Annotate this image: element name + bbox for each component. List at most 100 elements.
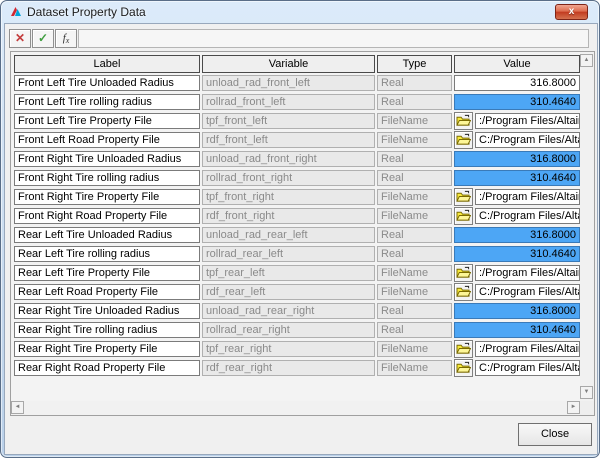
label-field[interactable]: Front Right Tire Property File [14, 189, 200, 205]
value-field[interactable]: 310.4640 [454, 322, 580, 338]
label-field[interactable]: Rear Right Tire Property File [14, 341, 200, 357]
table-row: Rear Left Road Property File rdf_rear_le… [11, 283, 594, 302]
label-field[interactable]: Front Right Tire Unloaded Radius [14, 151, 200, 167]
label-field[interactable]: Front Right Tire rolling radius [14, 170, 200, 186]
type-field: FileName [377, 113, 452, 129]
table-row: Front Left Tire rolling radius rollrad_f… [11, 93, 594, 112]
type-field: Real [377, 322, 452, 338]
type-field: FileName [377, 132, 452, 148]
label-field[interactable]: Front Left Tire Unloaded Radius [14, 75, 200, 91]
value-field[interactable]: 316.8000 [454, 227, 580, 243]
table-row: Front Right Tire Property File tpf_front… [11, 188, 594, 207]
browse-file-button[interactable] [454, 340, 473, 358]
folder-open-icon [456, 114, 471, 127]
label-field[interactable]: Front Left Tire rolling radius [14, 94, 200, 110]
expression-input[interactable] [78, 29, 589, 48]
variable-field: rollrad_rear_right [202, 322, 375, 338]
variable-field: rollrad_rear_left [202, 246, 375, 262]
folder-open-icon [456, 133, 471, 146]
dialog-client-area: ✕ ✓ fx Label Variable Type Value Front L… [4, 23, 598, 455]
folder-open-icon [456, 342, 471, 355]
table-row: Rear Right Road Property File rdf_rear_r… [11, 359, 594, 378]
type-field: Real [377, 246, 452, 262]
browse-file-button[interactable] [454, 112, 473, 130]
header-type: Type [377, 55, 452, 73]
table-row: Front Left Road Property File rdf_front_… [11, 131, 594, 150]
variable-field: unload_rad_rear_left [202, 227, 375, 243]
folder-open-icon [456, 209, 471, 222]
accept-expression-button[interactable]: ✓ [32, 29, 54, 48]
label-field[interactable]: Front Right Road Property File [14, 208, 200, 224]
value-field[interactable]: 316.8000 [454, 151, 580, 167]
scroll-up-icon[interactable]: ▲ [580, 54, 593, 67]
label-field[interactable]: Rear Left Road Property File [14, 284, 200, 300]
dataset-property-dialog: Dataset Property Data x ✕ ✓ fx Label Var… [0, 0, 600, 458]
variable-field: tpf_front_left [202, 113, 375, 129]
scroll-left-icon[interactable]: ◄ [11, 401, 24, 414]
label-field[interactable]: Rear Right Road Property File [14, 360, 200, 376]
table-row: Front Left Tire Unloaded Radius unload_r… [11, 74, 594, 93]
file-path-field[interactable]: :/Program Files/Altair/1 [475, 341, 580, 357]
value-field[interactable]: 310.4640 [454, 246, 580, 262]
label-field[interactable]: Rear Left Tire Unloaded Radius [14, 227, 200, 243]
vertical-scrollbar[interactable]: ▲ ▼ [580, 52, 594, 401]
browse-file-button[interactable] [454, 283, 473, 301]
browse-file-button[interactable] [454, 207, 473, 225]
type-field: Real [377, 170, 452, 186]
file-path-field[interactable]: :/Program Files/Altair/1 [475, 265, 580, 281]
type-field: Real [377, 75, 452, 91]
scroll-down-icon[interactable]: ▼ [580, 386, 593, 399]
type-field: FileName [377, 189, 452, 205]
browse-file-button[interactable] [454, 359, 473, 377]
type-field: Real [377, 151, 452, 167]
value-field[interactable]: 310.4640 [454, 170, 580, 186]
file-path-field[interactable]: C:/Program Files/Altair [475, 360, 580, 376]
label-field[interactable]: Rear Left Tire rolling radius [14, 246, 200, 262]
variable-field: tpf_rear_right [202, 341, 375, 357]
label-field[interactable]: Rear Right Tire Unloaded Radius [14, 303, 200, 319]
variable-field: rdf_rear_left [202, 284, 375, 300]
folder-open-icon [456, 190, 471, 203]
scroll-right-icon[interactable]: ► [567, 401, 580, 414]
variable-field: tpf_front_right [202, 189, 375, 205]
browse-file-button[interactable] [454, 131, 473, 149]
browse-file-button[interactable] [454, 188, 473, 206]
fx-expression-button[interactable]: fx [55, 29, 77, 48]
type-field: FileName [377, 208, 452, 224]
folder-open-icon [456, 361, 471, 374]
variable-field: unload_rad_rear_right [202, 303, 375, 319]
variable-field: rollrad_front_right [202, 170, 375, 186]
label-field[interactable]: Front Left Tire Property File [14, 113, 200, 129]
value-field[interactable]: 316.8000 [454, 303, 580, 319]
variable-field: unload_rad_front_left [202, 75, 375, 91]
label-field[interactable]: Rear Right Tire rolling radius [14, 322, 200, 338]
delete-expression-button[interactable]: ✕ [9, 29, 31, 48]
table-row: Rear Left Tire rolling radius rollrad_re… [11, 245, 594, 264]
title-bar[interactable]: Dataset Property Data x [1, 1, 600, 23]
window-title: Dataset Property Data [27, 1, 146, 23]
type-field: Real [377, 227, 452, 243]
file-path-field[interactable]: C:/Program Files/Altair [475, 208, 580, 224]
table-row: Front Left Tire Property File tpf_front_… [11, 112, 594, 131]
file-path-field[interactable]: :/Program Files/Altair/1 [475, 113, 580, 129]
table-row: Rear Right Tire rolling radius rollrad_r… [11, 321, 594, 340]
label-field[interactable]: Front Left Road Property File [14, 132, 200, 148]
table-row: Front Right Road Property File rdf_front… [11, 207, 594, 226]
browse-file-button[interactable] [454, 264, 473, 282]
table-row: Rear Left Tire Property File tpf_rear_le… [11, 264, 594, 283]
label-field[interactable]: Rear Left Tire Property File [14, 265, 200, 281]
folder-open-icon [456, 285, 471, 298]
type-field: FileName [377, 284, 452, 300]
horizontal-scrollbar[interactable]: ◄ ► [11, 401, 580, 415]
value-field[interactable]: 310.4640 [454, 94, 580, 110]
variable-field: rdf_front_left [202, 132, 375, 148]
close-button[interactable]: Close [518, 423, 592, 446]
value-field[interactable]: 316.8000 [454, 75, 580, 91]
type-field: Real [377, 94, 452, 110]
window-close-icon[interactable]: x [555, 4, 588, 20]
file-path-field[interactable]: C:/Program Files/Altair [475, 284, 580, 300]
file-path-field[interactable]: :/Program Files/Altair/1 [475, 189, 580, 205]
table-row: Front Right Tire rolling radius rollrad_… [11, 169, 594, 188]
header-value: Value [454, 55, 580, 73]
file-path-field[interactable]: C:/Program Files/Altair [475, 132, 580, 148]
